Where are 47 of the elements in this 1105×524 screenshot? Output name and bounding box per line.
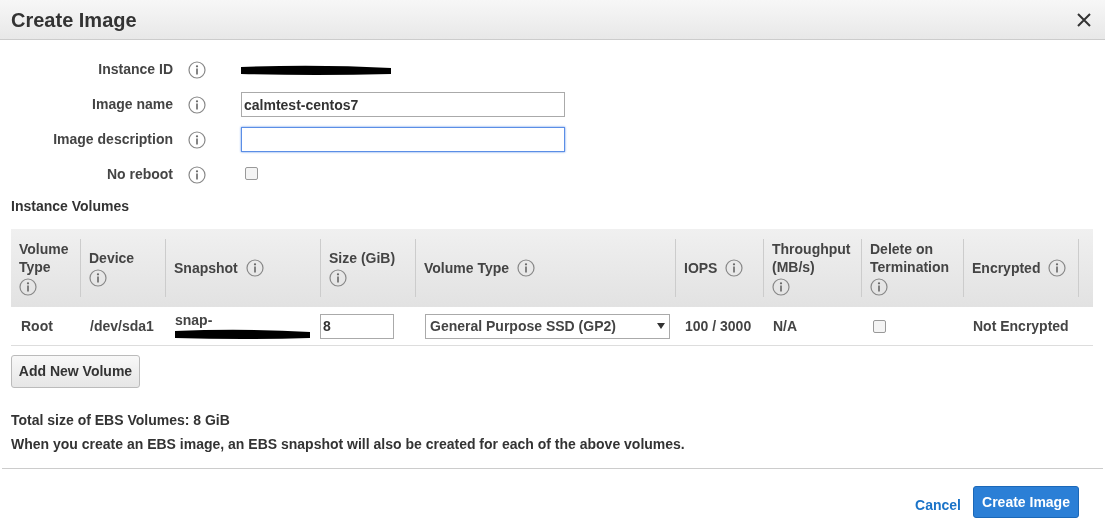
add-volume-button[interactable]: Add New Volume xyxy=(11,355,140,388)
info-icon[interactable] xyxy=(188,60,206,79)
info-icon[interactable] xyxy=(19,278,37,296)
text-field[interactable] xyxy=(241,127,565,152)
info-icon[interactable] xyxy=(188,165,206,184)
size-field[interactable]: 8 xyxy=(320,313,394,339)
column-header: Volume Type xyxy=(424,259,510,277)
create-image-button[interactable]: Create Image xyxy=(973,486,1079,518)
info-icon[interactable] xyxy=(89,269,107,287)
column-header: Throughput (MB/s) xyxy=(772,240,852,276)
info-icon[interactable] xyxy=(188,130,206,149)
info-icon[interactable] xyxy=(517,259,536,277)
checkbox[interactable] xyxy=(873,319,886,333)
field-label: Image description xyxy=(52,130,173,149)
info-icon[interactable] xyxy=(725,259,744,277)
info-icon[interactable] xyxy=(1048,259,1067,277)
volume-type-select[interactable]: General Purpose SSD (GP2) xyxy=(425,313,670,339)
info-icon[interactable] xyxy=(245,259,264,277)
field-label: Instance ID xyxy=(97,60,173,79)
table-cell-text: snap- xyxy=(175,312,214,328)
info-icon[interactable] xyxy=(329,269,347,287)
table-cell: N/A xyxy=(773,317,798,334)
table-cell: /dev/sda1 xyxy=(90,317,154,334)
info-icon[interactable] xyxy=(188,95,206,114)
info-icon[interactable] xyxy=(870,278,888,296)
close-icon[interactable] xyxy=(1077,12,1091,27)
column-header: Volume Type xyxy=(19,240,70,276)
field-label: Image name xyxy=(91,95,173,114)
checkbox[interactable] xyxy=(245,166,258,180)
column-header: Size (GiB) xyxy=(329,249,396,267)
table-cell: Not Encrypted xyxy=(973,317,1069,334)
summary-text: When you create an EBS image, an EBS snapshot will also be created for each of the above volumes. xyxy=(11,435,686,454)
dropdown-caret-icon xyxy=(657,323,665,329)
text-field[interactable]: calmtest-centos7 xyxy=(241,92,565,117)
section-heading: Instance Volumes xyxy=(11,197,130,216)
column-header: Device xyxy=(89,249,135,267)
column-header: Encrypted xyxy=(972,259,1041,277)
column-header: Delete on Termination xyxy=(870,240,951,276)
column-header: IOPS xyxy=(684,259,718,277)
dialog-title: Create Image xyxy=(11,7,137,33)
info-icon[interactable] xyxy=(772,278,790,296)
field-label: No reboot xyxy=(105,165,173,184)
table-cell: Root xyxy=(21,317,53,334)
column-header: Snapshot xyxy=(174,259,238,277)
summary-text: Total size of EBS Volumes: 8 GiB xyxy=(11,411,231,430)
cancel-link[interactable]: Cancel xyxy=(915,494,961,516)
table-cell: 100 / 3000 xyxy=(685,317,752,334)
